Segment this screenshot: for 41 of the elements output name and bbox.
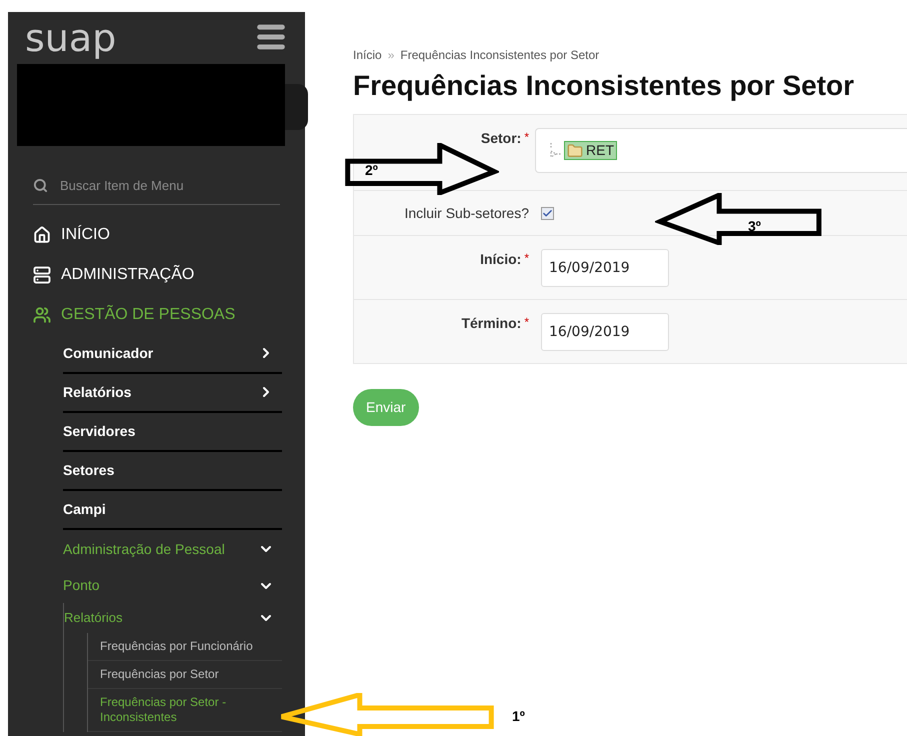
- menu-section[interactable]: ADMINISTRAÇÃO: [33, 264, 280, 284]
- menu-item[interactable]: Comunicador: [63, 334, 282, 374]
- search-field[interactable]: Buscar Item de Menu: [60, 176, 280, 196]
- menu-item[interactable]: Frequências por Setor - Inconsistentes: [88, 688, 282, 732]
- step-label: 2º: [365, 161, 378, 180]
- logo[interactable]: suap: [25, 18, 116, 58]
- menu-section[interactable]: INÍCIO: [33, 224, 280, 244]
- breadcrumb-link[interactable]: Frequências Inconsistentes por Setor: [400, 46, 600, 64]
- required-mark: *: [524, 129, 529, 146]
- date-field[interactable]: 16/09/2019: [541, 313, 669, 351]
- home-icon: [33, 226, 51, 244]
- tree-node[interactable]: RET: [564, 141, 617, 160]
- checkbox[interactable]: [541, 206, 554, 220]
- menu-item[interactable]: Administração de Pessoal: [63, 530, 282, 568]
- menu-item[interactable]: Ponto: [63, 568, 282, 602]
- menu-item[interactable]: Setores: [63, 452, 282, 490]
- tree-select-field[interactable]: RET: [535, 128, 907, 173]
- menu-item[interactable]: Frequências por Funcionário: [88, 632, 282, 660]
- step-label: 1º: [512, 707, 525, 726]
- menu-section[interactable]: GESTÃO DE PESSOAS: [33, 304, 280, 324]
- page-title: Frequências Inconsistentes por Setor: [353, 69, 856, 103]
- menu-item[interactable]: Frequências por Setor: [88, 660, 282, 688]
- breadcrumb-separator: »: [388, 47, 394, 64]
- required-mark: *: [524, 250, 529, 267]
- step-label: 3º: [748, 217, 761, 236]
- menu-item[interactable]: Servidores: [63, 412, 282, 452]
- date-field[interactable]: 16/09/2019: [541, 249, 669, 287]
- breadcrumb-link[interactable]: Início: [353, 46, 382, 64]
- field-label: Setor:: [480, 129, 522, 148]
- field-label: Término:: [461, 314, 522, 333]
- field-label: Início:: [480, 250, 522, 269]
- menu-item[interactable]: Campi: [63, 490, 282, 530]
- menu-item[interactable]: Relatórios: [64, 602, 282, 632]
- required-mark: *: [524, 314, 529, 331]
- tree-connector-icon: [548, 142, 562, 160]
- search-icon: [33, 178, 48, 194]
- folder-icon: [567, 142, 583, 158]
- people-icon: [33, 306, 51, 324]
- field-label: Incluir Sub-setores?: [404, 204, 529, 222]
- menu-item[interactable]: Relatórios: [63, 374, 282, 412]
- server-icon: [33, 266, 51, 284]
